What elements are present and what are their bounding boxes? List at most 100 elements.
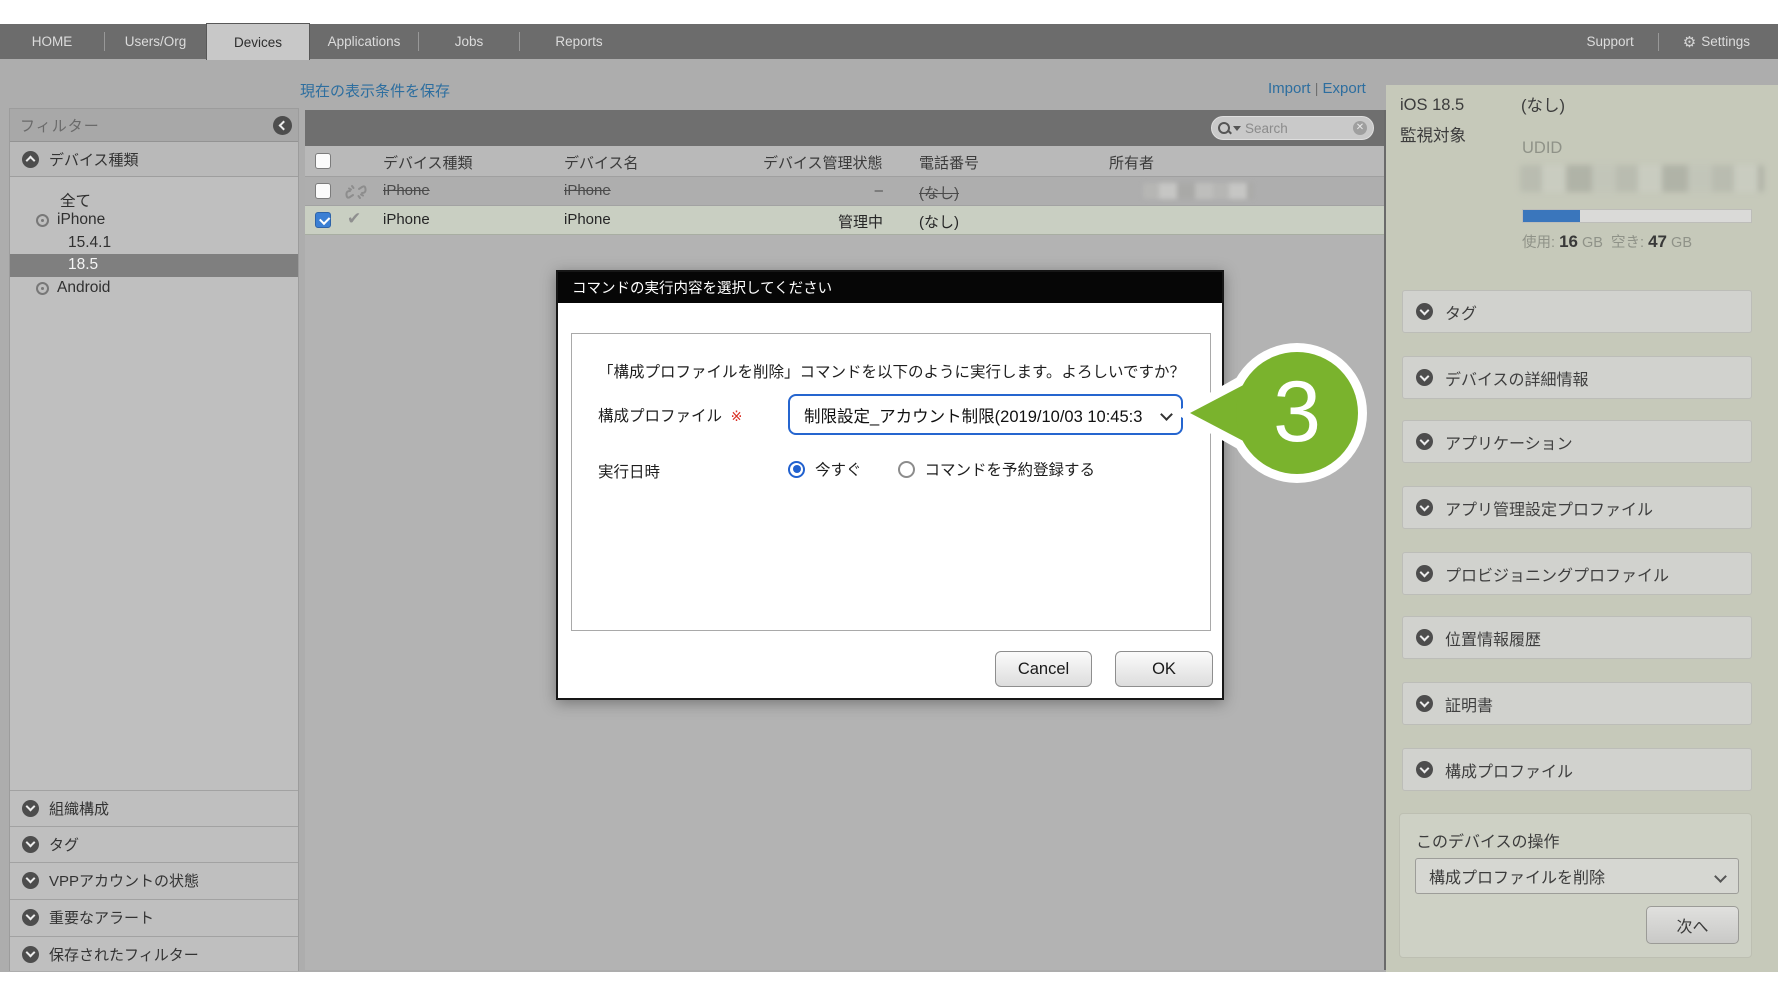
accordion-provisioning-profile[interactable]: プロビジョニングプロファイル [1402, 552, 1752, 595]
expand-circle-icon [36, 282, 49, 295]
schedule-radio-group: 今すぐ コマンドを予約登録する [788, 458, 1095, 480]
accordion-certificates[interactable]: 証明書 [1402, 682, 1752, 725]
storage-bar [1522, 209, 1752, 223]
next-button[interactable]: 次へ [1646, 906, 1739, 944]
table-row[interactable]: ✔ iPhone iPhone 管理中 (なし) [305, 206, 1384, 235]
expand-circle-icon [36, 214, 49, 227]
row-checkbox[interactable] [315, 183, 331, 199]
section-tags[interactable]: タグ [10, 826, 298, 861]
check-icon: ✔ [347, 209, 361, 229]
accordion-applications-label: アプリケーション [1445, 430, 1573, 454]
tab-applications[interactable]: Applications [310, 24, 418, 59]
chevron-down-circle-icon [22, 909, 39, 926]
accordion-app-mgmt-profile-label: アプリ管理設定プロファイル [1445, 496, 1653, 520]
os-version: iOS 18.5 [1400, 96, 1464, 115]
support-link[interactable]: Support [1576, 34, 1643, 49]
section-org-structure[interactable]: 組織構成 [10, 790, 298, 825]
filter-item-iphone-label: iPhone [57, 211, 105, 229]
tab-devices[interactable]: Devices [206, 23, 310, 60]
search-box[interactable]: ✕ [1211, 116, 1374, 140]
filter-item-18-5[interactable]: 18.5 [10, 254, 298, 277]
filter-title: フィルター [20, 115, 100, 136]
storage-used-unit: GB [1582, 235, 1603, 251]
search-scope-dropdown-icon[interactable] [1233, 126, 1241, 131]
accordion-device-details[interactable]: デバイスの詳細情報 [1402, 356, 1752, 399]
storage-usage-text: 使用: 16 GB 空き: 47 GB [1522, 231, 1692, 252]
accordion-tags[interactable]: タグ [1402, 290, 1752, 333]
config-profile-selected-value: 制限設定_アカウント制限(2019/10/03 10:45:3 [804, 403, 1142, 427]
chevron-down-circle-icon [1416, 369, 1433, 386]
radio-schedule-later[interactable] [898, 461, 915, 478]
command-dialog: コマンドの実行内容を選択してください 「構成プロファイルを削除」コマンドを以下の… [556, 270, 1224, 700]
cancel-button[interactable]: Cancel [995, 651, 1092, 687]
accordion-app-mgmt-profile[interactable]: アプリ管理設定プロファイル [1402, 486, 1752, 529]
filter-item-15-4-1[interactable]: 15.4.1 [68, 234, 111, 252]
filter-item-android[interactable]: Android [36, 279, 110, 297]
dialog-title-bar: コマンドの実行内容を選択してください [558, 272, 1222, 303]
device-action-selected-value: 構成プロファイルを削除 [1429, 864, 1605, 888]
filter-item-all[interactable]: 全て [60, 189, 91, 211]
tab-reports[interactable]: Reports [520, 24, 638, 59]
dialog-message: 「構成プロファイルを削除」コマンドを以下のように実行します。よろしいですか？ [598, 360, 1185, 382]
col-device-type[interactable]: デバイス種類 [383, 152, 473, 173]
accordion-location-history[interactable]: 位置情報履歴 [1402, 616, 1752, 659]
broken-link-icon [345, 183, 367, 201]
section-vpp-account-status[interactable]: VPPアカウントの状態 [10, 862, 298, 897]
device-actions-title: このデバイスの操作 [1416, 828, 1560, 852]
section-saved-filters-label: 保存されたフィルター [49, 944, 199, 965]
accordion-provisioning-profile-label: プロビジョニングプロファイル [1445, 562, 1669, 586]
import-link[interactable]: Import [1268, 80, 1311, 97]
select-all-checkbox[interactable] [315, 153, 331, 169]
tab-jobs[interactable]: Jobs [419, 24, 519, 59]
export-link[interactable]: Export [1323, 80, 1366, 97]
nav-right-group: Support ⚙ Settings [1576, 24, 1760, 59]
chevron-down-icon [1160, 408, 1173, 421]
table-column-header: デバイス種類 デバイス名 デバイス管理状態 電話番号 所有者 [305, 146, 1384, 177]
storage-free-label: 空き: [1611, 235, 1644, 251]
radio-run-now[interactable] [788, 461, 805, 478]
filter-item-iphone[interactable]: iPhone [36, 211, 105, 229]
ok-button[interactable]: OK [1115, 651, 1213, 687]
chevron-down-circle-icon [1416, 629, 1433, 646]
accordion-applications[interactable]: アプリケーション [1402, 420, 1752, 463]
device-actions-panel: このデバイスの操作 構成プロファイルを削除 次へ [1399, 813, 1752, 958]
accordion-config-profile[interactable]: 構成プロファイル [1402, 748, 1752, 791]
settings-link[interactable]: ⚙ Settings [1673, 33, 1760, 51]
search-clear-icon[interactable]: ✕ [1353, 121, 1367, 135]
section-important-alerts[interactable]: 重要なアラート [10, 899, 298, 934]
cell-device-type: iPhone [383, 211, 430, 228]
radio-schedule-later-label: コマンドを予約登録する [925, 458, 1096, 480]
tab-users-org[interactable]: Users/Org [105, 24, 206, 59]
chevron-down-icon [1714, 870, 1727, 883]
filter-sidebar-header: フィルター [10, 109, 298, 142]
storage-free-unit: GB [1671, 235, 1692, 251]
row-checkbox[interactable] [315, 212, 331, 228]
section-device-type[interactable]: デバイス種類 [10, 142, 298, 177]
col-phone-number[interactable]: 電話番号 [919, 152, 979, 173]
accordion-location-history-label: 位置情報履歴 [1445, 626, 1541, 650]
chevron-up-circle-icon [22, 151, 39, 168]
dialog-title: コマンドの実行内容を選択してください [572, 277, 832, 298]
col-mgmt-status[interactable]: デバイス管理状態 [763, 152, 883, 173]
table-row[interactable]: iPhone iPhone – (なし) [305, 177, 1384, 206]
search-input[interactable] [1245, 121, 1353, 136]
section-vpp-account-status-label: VPPアカウントの状態 [49, 870, 199, 891]
section-device-type-label: デバイス種類 [49, 149, 139, 170]
config-profile-select[interactable]: 制限設定_アカウント制限(2019/10/03 10:45:3 [788, 394, 1183, 435]
tab-home[interactable]: HOME [0, 24, 104, 59]
profile-label: 構成プロファイル [598, 408, 722, 425]
chevron-left-icon [279, 121, 289, 131]
gear-icon: ⚙ [1683, 33, 1696, 51]
section-saved-filters[interactable]: 保存されたフィルター [10, 936, 298, 971]
table-toolbar: ✕ [305, 110, 1384, 146]
section-important-alerts-label: 重要なアラート [49, 907, 154, 928]
filter-item-android-label: Android [57, 279, 110, 297]
save-view-conditions-link[interactable]: 現在の表示条件を保存 [300, 80, 450, 101]
sidebar-collapse-button[interactable] [273, 116, 292, 135]
col-owner[interactable]: 所有者 [1109, 152, 1154, 173]
device-action-select[interactable]: 構成プロファイルを削除 [1415, 858, 1739, 894]
chevron-down-circle-icon [22, 872, 39, 889]
chevron-down-circle-icon [1416, 695, 1433, 712]
col-device-name[interactable]: デバイス名 [564, 152, 639, 173]
search-icon [1218, 122, 1231, 135]
